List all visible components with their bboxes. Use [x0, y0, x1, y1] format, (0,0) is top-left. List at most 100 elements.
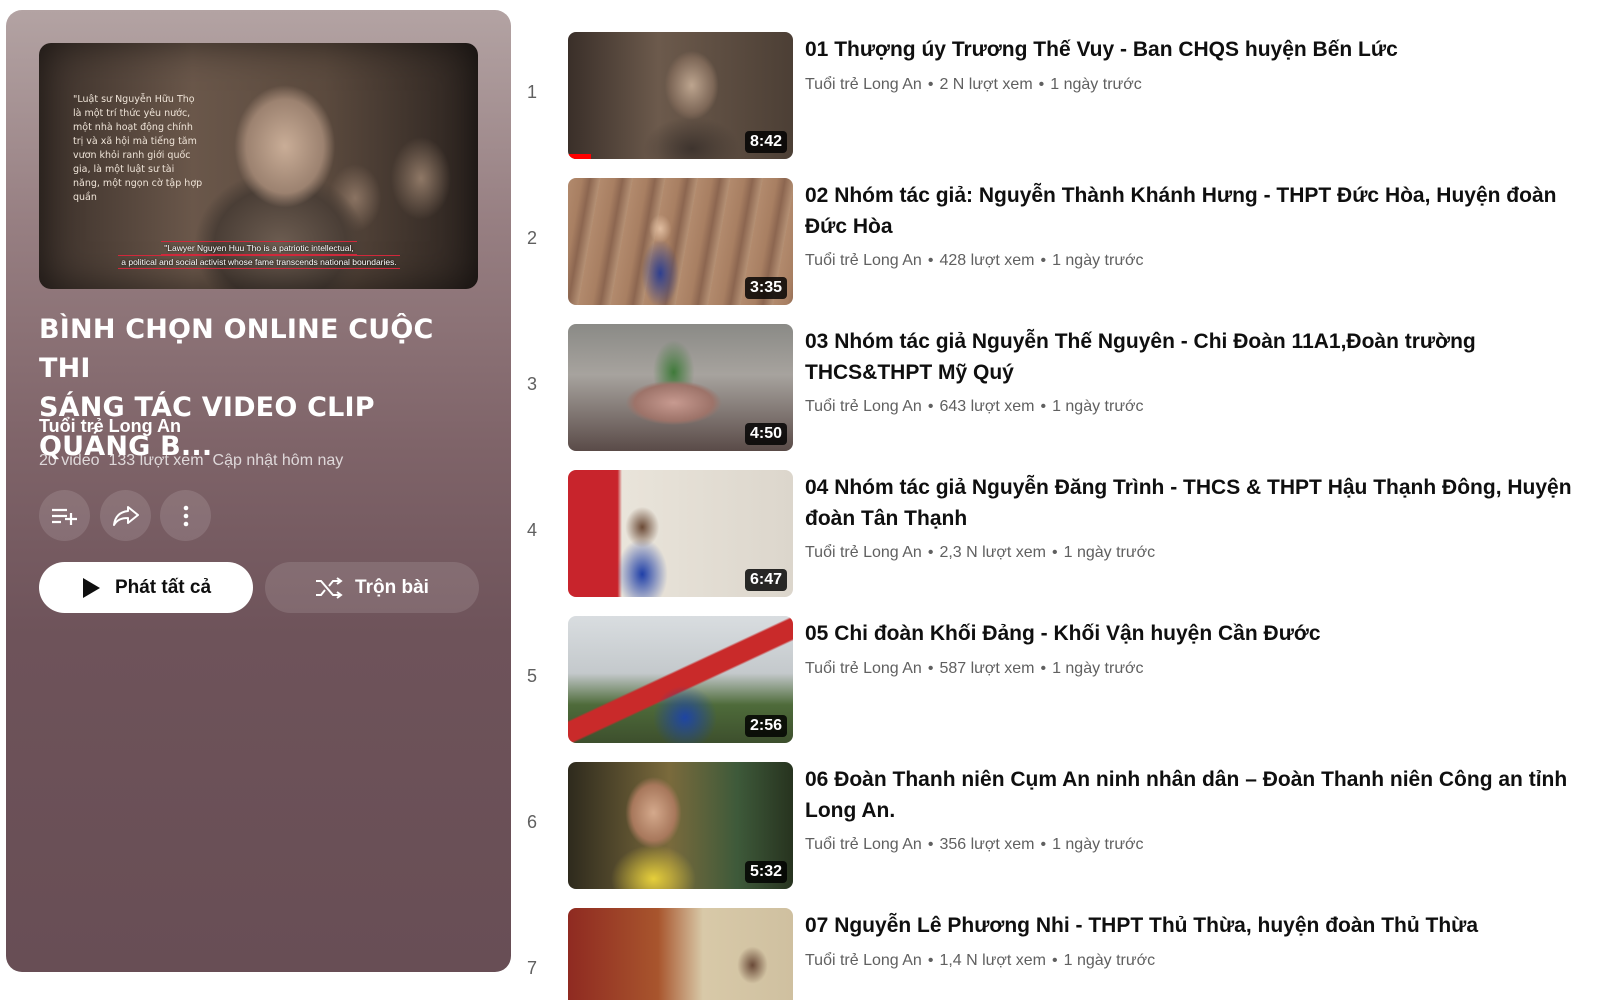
video-views: 356 lượt xem — [939, 836, 1035, 853]
playlist-updated: Cập nhật hôm nay — [212, 452, 344, 469]
play-icon — [81, 577, 101, 599]
meta-separator: • — [1052, 544, 1058, 561]
video-age: 1 ngày trước — [1052, 398, 1144, 415]
thumbnail-caption-line-2: a political and social activist whose fa… — [118, 255, 400, 269]
video-views: 428 lượt xem — [939, 252, 1035, 269]
more-vert-icon — [183, 505, 189, 527]
meta-separator: • — [927, 952, 934, 969]
video-age: 1 ngày trước — [1052, 660, 1144, 677]
meta-separator: • — [1052, 952, 1058, 969]
video-row[interactable]: 4 6:47 04 Nhóm tác giả Nguyễn Đăng Trình… — [520, 470, 1600, 600]
play-all-label: Phát tất cả — [114, 576, 212, 598]
playlist-video-list: 1 8:42 01 Thượng úy Trương Thế Vuy - Ban… — [520, 0, 1600, 1000]
meta-separator: • — [1040, 660, 1047, 677]
video-row[interactable]: 5 2:56 05 Chi đoàn Khối Đảng - Khối Vận … — [520, 616, 1600, 746]
thumbnail-quote-text: "Luật sư Nguyễn Hữu Thọ là một trí thức … — [73, 94, 203, 203]
video-title[interactable]: 04 Nhóm tác giả Nguyễn Đăng Trình - THCS… — [805, 472, 1575, 534]
meta-separator: • — [1040, 398, 1047, 415]
video-title[interactable]: 05 Chi đoàn Khối Đảng - Khối Vận huyện C… — [805, 618, 1575, 649]
playlist-stats: 20 video 133 lượt xem Cập nhật hôm nay — [39, 452, 343, 470]
video-row[interactable]: 3 4:50 03 Nhóm tác giả Nguyễn Thế Nguyên… — [520, 324, 1600, 454]
video-index: 6 — [526, 812, 537, 832]
thumbnail-caption: "Lawyer Nguyen Huu Tho is a patriotic in… — [109, 241, 409, 269]
video-row[interactable]: 7 07 Nguyễn Lê Phương Nhi - THPT Thủ Thừ… — [520, 908, 1600, 1000]
video-age: 1 ngày trước — [1050, 76, 1142, 93]
playlist-channel-name[interactable]: Tuổi trẻ Long An — [39, 416, 181, 437]
video-thumbnail[interactable]: 6:47 — [568, 470, 793, 597]
video-index: 7 — [526, 958, 537, 978]
video-index: 1 — [526, 82, 537, 102]
video-thumbnail[interactable]: 8:42 — [568, 32, 793, 159]
video-views: 2 N lượt xem — [939, 76, 1033, 93]
video-metadata: Tuổi trẻ Long An • 2 N lượt xem • 1 ngày… — [805, 76, 1142, 94]
video-channel[interactable]: Tuổi trẻ Long An — [805, 544, 922, 562]
playlist-title: BÌNH CHỌN ONLINE CUỘC THI SÁNG TÁC VIDEO… — [39, 314, 434, 462]
video-views: 587 lượt xem — [939, 660, 1035, 677]
playlist-view-count: 133 lượt xem — [108, 452, 204, 469]
video-title[interactable]: 02 Nhóm tác giả: Nguyễn Thành Khánh Hưng… — [805, 180, 1575, 242]
shuffle-icon — [315, 576, 343, 600]
video-metadata: Tuổi trẻ Long An • 643 lượt xem • 1 ngày… — [805, 398, 1144, 416]
video-title[interactable]: 07 Nguyễn Lê Phương Nhi - THPT Thủ Thừa,… — [805, 910, 1575, 941]
video-thumbnail[interactable] — [568, 908, 793, 1000]
meta-separator: • — [1040, 836, 1047, 853]
save-playlist-button[interactable] — [39, 490, 90, 541]
video-channel[interactable]: Tuổi trẻ Long An — [805, 252, 922, 270]
playlist-video-count: 20 video — [39, 452, 100, 469]
video-views: 643 lượt xem — [939, 398, 1035, 415]
video-title[interactable]: 06 Đoàn Thanh niên Cụm An ninh nhân dân … — [805, 764, 1575, 826]
meta-separator: • — [1040, 252, 1047, 269]
video-title[interactable]: 01 Thượng úy Trương Thế Vuy - Ban CHQS h… — [805, 34, 1575, 65]
meta-separator: • — [927, 544, 934, 561]
shuffle-button[interactable]: Trộn bài — [265, 562, 479, 613]
meta-separator: • — [927, 660, 934, 677]
shuffle-label: Trộn bài — [355, 576, 429, 598]
video-metadata: Tuổi trẻ Long An • 2,3 N lượt xem • 1 ng… — [805, 544, 1155, 562]
watch-progress-bar — [568, 154, 591, 159]
video-channel[interactable]: Tuổi trẻ Long An — [805, 76, 922, 94]
meta-separator: • — [927, 76, 934, 93]
video-index: 2 — [526, 228, 537, 248]
video-duration: 4:50 — [744, 423, 787, 445]
video-duration: 3:35 — [744, 277, 787, 299]
video-duration: 5:32 — [744, 861, 787, 883]
video-age: 1 ngày trước — [1052, 836, 1144, 853]
video-thumbnail[interactable]: 5:32 — [568, 762, 793, 889]
video-index: 5 — [526, 666, 537, 686]
video-duration: 2:56 — [744, 715, 787, 737]
video-channel[interactable]: Tuổi trẻ Long An — [805, 660, 922, 678]
meta-separator: • — [927, 398, 934, 415]
video-age: 1 ngày trước — [1063, 544, 1156, 561]
video-duration: 6:47 — [744, 569, 787, 591]
video-row[interactable]: 1 8:42 01 Thượng úy Trương Thế Vuy - Ban… — [520, 32, 1600, 162]
video-channel[interactable]: Tuổi trẻ Long An — [805, 398, 922, 416]
more-actions-button[interactable] — [160, 490, 211, 541]
playlist-thumbnail[interactable]: "Luật sư Nguyễn Hữu Thọ là một trí thức … — [39, 43, 478, 289]
share-button[interactable] — [100, 490, 151, 541]
add-to-queue-icon — [51, 505, 79, 527]
video-metadata: Tuổi trẻ Long An • 356 lượt xem • 1 ngày… — [805, 836, 1144, 854]
video-thumbnail[interactable]: 2:56 — [568, 616, 793, 743]
video-metadata: Tuổi trẻ Long An • 1,4 N lượt xem • 1 ng… — [805, 952, 1155, 970]
video-views: 2,3 N lượt xem — [939, 544, 1046, 561]
video-index: 4 — [526, 520, 537, 540]
video-channel[interactable]: Tuổi trẻ Long An — [805, 952, 922, 970]
video-duration: 8:42 — [744, 131, 787, 153]
video-thumbnail[interactable]: 3:35 — [568, 178, 793, 305]
video-title[interactable]: 03 Nhóm tác giả Nguyễn Thế Nguyên - Chi … — [805, 326, 1575, 388]
video-views: 1,4 N lượt xem — [939, 952, 1046, 969]
playlist-header-panel: "Luật sư Nguyễn Hữu Thọ là một trí thức … — [6, 10, 511, 972]
video-index: 3 — [526, 374, 537, 394]
video-metadata: Tuổi trẻ Long An • 587 lượt xem • 1 ngày… — [805, 660, 1144, 678]
video-row[interactable]: 2 3:35 02 Nhóm tác giả: Nguyễn Thành Khá… — [520, 178, 1600, 308]
meta-separator: • — [927, 252, 934, 269]
meta-separator: • — [927, 836, 934, 853]
video-thumbnail[interactable]: 4:50 — [568, 324, 793, 451]
video-row[interactable]: 6 5:32 06 Đoàn Thanh niên Cụm An ninh nh… — [520, 762, 1600, 892]
play-all-button[interactable]: Phát tất cả — [39, 562, 253, 613]
meta-separator: • — [1038, 76, 1045, 93]
thumbnail-caption-line-1: "Lawyer Nguyen Huu Tho is a patriotic in… — [161, 241, 357, 255]
video-channel[interactable]: Tuổi trẻ Long An — [805, 836, 922, 854]
video-age: 1 ngày trước — [1063, 952, 1156, 969]
share-icon — [112, 504, 140, 528]
